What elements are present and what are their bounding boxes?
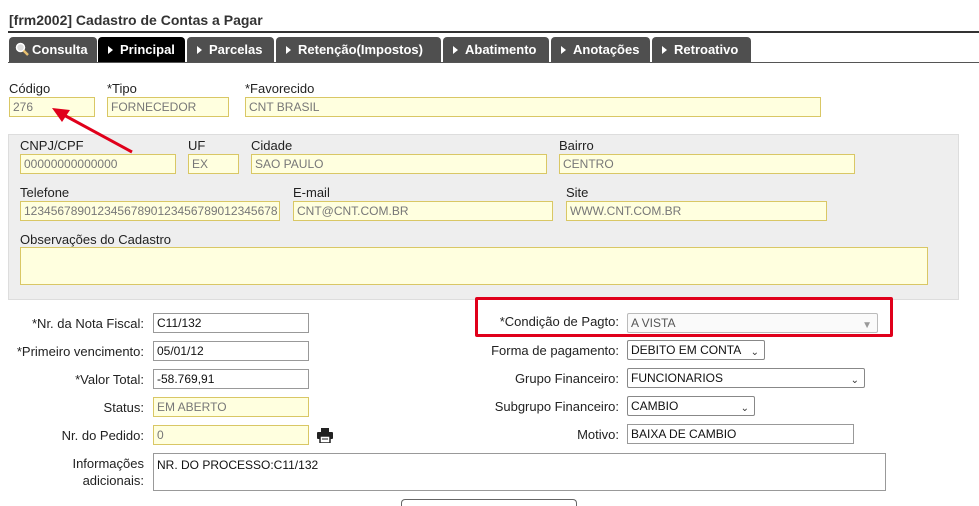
forma-pagamento-value: DEBITO EM CONTA — [631, 343, 742, 357]
info-adicionais-label-2: adicionais: — [82, 473, 144, 488]
valor-total-label: *Valor Total: — [75, 372, 144, 387]
tab-label: Retroativo — [674, 42, 739, 57]
tab-retroativo[interactable]: Retroativo — [652, 37, 751, 62]
window-title: [frm2002] Cadastro de Contas a Pagar — [9, 12, 263, 28]
tab-consulta[interactable]: Consulta — [9, 37, 97, 62]
arrow-right-icon — [561, 46, 566, 55]
tab-principal[interactable]: Principal — [98, 37, 185, 62]
tab-abatimento[interactable]: Abatimento — [443, 37, 549, 62]
email-label: E-mail — [293, 185, 330, 200]
favorecido-field[interactable]: CNT BRASIL — [245, 97, 821, 117]
arrow-right-icon — [286, 46, 291, 55]
cidade-label: Cidade — [251, 138, 293, 153]
grupo-financeiro-select[interactable]: FUNCIONARIOS ⌄ — [627, 368, 865, 388]
email-field[interactable]: CNT@CNT.COM.BR — [293, 201, 553, 221]
info-adicionais-label-1: Informações — [72, 456, 144, 471]
favorecido-label: *Favorecido — [245, 81, 315, 96]
chevron-down-icon: ⌄ — [850, 375, 859, 386]
uf-label: UF — [188, 138, 206, 153]
tab-label: Retenção(Impostos) — [298, 42, 423, 57]
site-field[interactable]: WWW.CNT.COM.BR — [566, 201, 827, 221]
tab-label: Principal — [120, 42, 175, 57]
uf-field[interactable]: EX — [188, 154, 239, 174]
arrow-right-icon — [108, 46, 113, 55]
valor-total-input[interactable]: -58.769,91 — [153, 369, 309, 389]
codigo-label: Código — [9, 81, 51, 96]
subgrupo-financeiro-value: CAMBIO — [631, 399, 679, 413]
pedido-label: Nr. do Pedido: — [61, 428, 144, 443]
tab-retencao[interactable]: Retenção(Impostos) — [276, 37, 441, 62]
primeiro-vencimento-label: *Primeiro vencimento: — [16, 344, 144, 359]
observacoes-field[interactable] — [20, 247, 928, 285]
bairro-field[interactable]: CENTRO — [559, 154, 855, 174]
grupo-financeiro-value: FUNCIONARIOS — [631, 371, 724, 385]
info-adicionais-textarea[interactable]: NR. DO PROCESSO:C11/132 — [153, 453, 886, 491]
nota-fiscal-input[interactable]: C11/132 — [153, 313, 309, 333]
forma-pagamento-select[interactable]: DEBITO EM CONTA ⌄ — [627, 340, 765, 360]
subgrupo-financeiro-label: Subgrupo Financeiro: — [494, 399, 619, 414]
search-icon — [15, 42, 29, 56]
tab-label: Parcelas — [209, 42, 263, 57]
tipo-label: *Tipo — [107, 81, 137, 96]
primeiro-vencimento-input[interactable]: 05/01/12 — [153, 341, 309, 361]
telefone-field[interactable]: 12345678901234567890123456789012345678 — [20, 201, 280, 221]
arrow-right-icon — [662, 46, 667, 55]
tabs-baseline — [8, 62, 979, 63]
arrow-right-icon — [453, 46, 458, 55]
status-field[interactable]: EM ABERTO — [153, 397, 309, 417]
title-divider — [8, 31, 979, 33]
observacoes-label: Observações do Cadastro — [20, 232, 172, 247]
grupo-financeiro-label: Grupo Financeiro: — [514, 371, 619, 386]
highlight-box — [475, 297, 893, 337]
status-label: Status: — [103, 400, 144, 415]
tab-parcelas[interactable]: Parcelas — [187, 37, 274, 62]
nota-fiscal-label: *Nr. da Nota Fiscal: — [32, 316, 144, 331]
telefone-label: Telefone — [20, 185, 70, 200]
chevron-down-icon: ⌄ — [750, 347, 759, 358]
bairro-label: Bairro — [559, 138, 594, 153]
printer-icon[interactable] — [317, 428, 333, 443]
tab-label: Anotações — [573, 42, 640, 57]
tab-label: Abatimento — [465, 42, 537, 57]
chevron-down-icon: ⌄ — [740, 403, 749, 414]
site-label: Site — [566, 185, 589, 200]
annotation-arrow — [52, 108, 133, 154]
tab-label: Consulta — [32, 42, 88, 57]
tab-anotacoes[interactable]: Anotações — [551, 37, 650, 62]
arrow-right-icon — [197, 46, 202, 55]
motivo-label: Motivo: — [577, 427, 619, 442]
cidade-field[interactable]: SAO PAULO — [251, 154, 547, 174]
subgrupo-financeiro-select[interactable]: CAMBIO ⌄ — [627, 396, 755, 416]
pedido-field[interactable]: 0 — [153, 425, 309, 445]
motivo-input[interactable]: BAIXA DE CAMBIO — [627, 424, 854, 444]
forma-pagamento-label: Forma de pagamento: — [491, 343, 619, 358]
